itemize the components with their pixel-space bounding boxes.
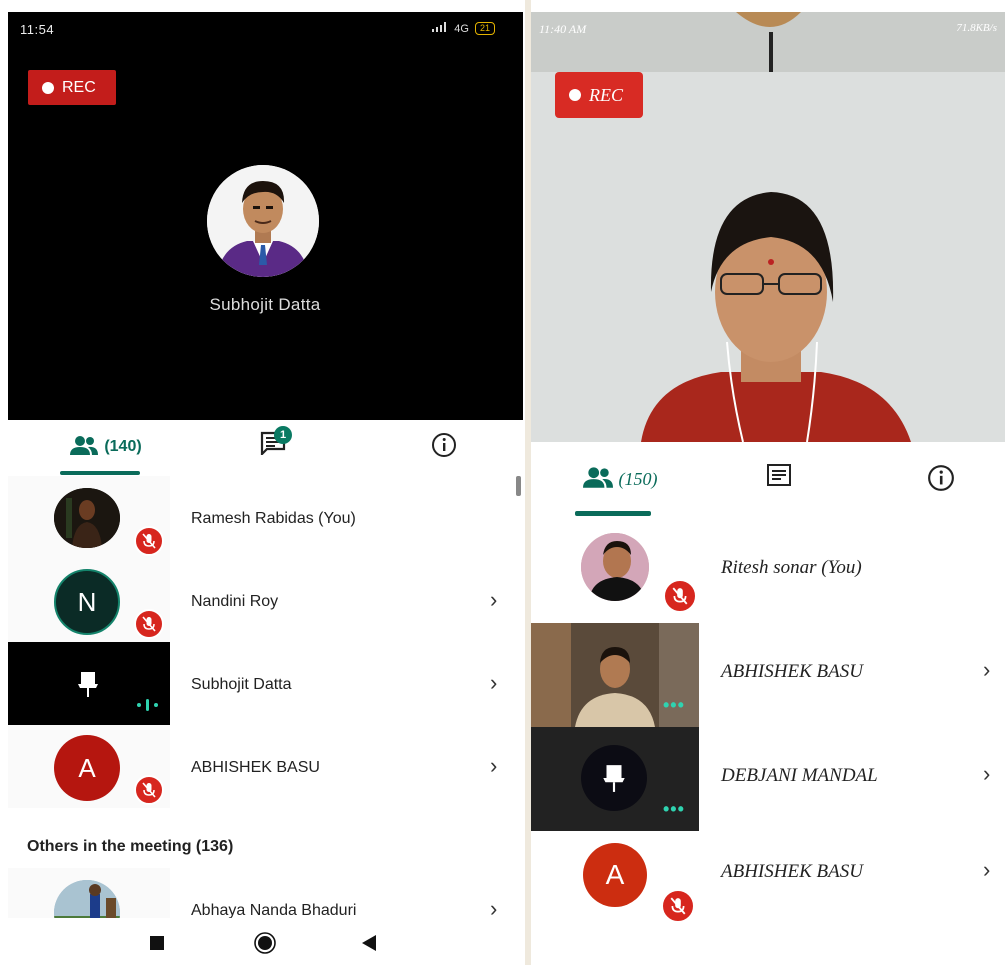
avatar: N [54,569,120,635]
host-name: Subhojit Datta [209,295,321,314]
chevron-right-icon[interactable]: › [490,670,497,696]
mic-off-icon [661,889,695,923]
speaking-indicator-icon [136,698,160,717]
chevron-right-icon[interactable]: › [983,657,990,683]
participant-row-self[interactable]: Ramesh Rabidas (You) [8,476,523,559]
participant-tile: A [531,831,699,935]
others-list: Abhaya Nanda Bhaduri › [8,868,523,918]
mic-off-icon [134,526,164,556]
avatar-initial: N [77,586,97,617]
participant-row-self[interactable]: Ritesh sonar (You) [531,519,1005,623]
more-options-icon[interactable]: ••• [663,799,685,820]
left-screenshot: 11:54 4G 21 REC Subhojit Datta (140) 1 R… [0,0,525,965]
participant-tile: ••• [531,623,699,727]
rec-label: REC [62,78,96,96]
info-icon [431,432,457,463]
participant-name: Abhaya Nanda Bhaduri [191,902,357,918]
more-options-icon[interactable]: ••• [663,695,685,716]
active-tab-indicator [575,511,651,516]
rec-label: REC [589,84,623,105]
avatar [54,880,120,918]
participant-row[interactable]: Abhaya Nanda Bhaduri › [8,868,523,918]
people-count: (150) [618,468,658,489]
participant-row[interactable]: ••• ABHISHEK BASU › [531,623,1005,727]
others-section-title: Others in the meeting (136) [27,838,234,855]
mic-off-icon [134,775,164,805]
people-count: (140) [104,438,142,455]
avatar-initial: A [605,859,625,890]
chevron-right-icon[interactable]: › [490,896,497,918]
people-icon [582,466,613,493]
back-button-icon[interactable] [362,935,376,956]
mic-off-icon [134,609,164,639]
recording-badge: REC [28,70,116,105]
participant-tile: N [8,559,170,642]
participant-row[interactable]: ••• DEBJANI MANDAL › [531,727,1005,831]
avatar [54,488,120,548]
people-icon [70,435,99,460]
participant-name: DEBJANI MANDAL [721,765,878,786]
pin-icon [603,765,625,792]
record-dot-icon [569,89,581,101]
participant-tile [531,519,699,623]
avatar [581,533,649,601]
avatar: A [583,843,647,907]
chevron-right-icon[interactable]: › [490,753,497,779]
info-icon [927,464,955,497]
status-speed: 71.8KB/s [956,22,997,34]
participant-list: Ramesh Rabidas (You) N Nandini Roy › Sub… [8,476,523,808]
tab-info[interactable] [424,432,464,462]
pin-icon [76,670,100,703]
mic-off-icon [663,579,697,613]
battery-icon: 21 [474,22,495,35]
tab-info[interactable] [921,464,961,496]
recents-button-icon[interactable] [150,936,164,955]
avatar [581,745,647,811]
avatar-initial: A [78,752,96,783]
participant-row[interactable]: N Nandini Roy › [8,559,523,642]
participant-row[interactable]: A ABHISHEK BASU › [531,831,1005,935]
participant-name: Ramesh Rabidas (You) [191,510,356,527]
chevron-right-icon[interactable]: › [983,857,990,883]
participant-tile [8,868,170,918]
signal-icon [432,22,448,35]
recording-badge: REC [555,72,643,118]
tab-people[interactable]: (140) [56,432,156,462]
participant-row[interactable]: Subhojit Datta › [8,642,523,725]
participant-name: ABHISHEK BASU [721,661,863,682]
participant-tile [8,476,170,559]
participant-tile: A [8,725,170,808]
participant-name: Nandini Roy [191,593,279,610]
right-screenshot: 11:40 AM 71.8KB/s REC (150) Ritesh sonar… [531,0,1005,965]
tab-chat[interactable] [759,462,799,494]
chat-unread-badge: 1 [274,426,292,444]
participant-tile [8,642,170,725]
tab-people[interactable]: (150) [575,464,665,494]
network-label: 4G [454,22,469,35]
status-indicators: 4G 21 [432,22,495,35]
active-tab-indicator [60,471,140,475]
participant-name: ABHISHEK BASU [191,759,320,776]
chevron-right-icon[interactable]: › [490,587,497,613]
participants-tabbar: (150) [531,444,1005,519]
chevron-right-icon[interactable]: › [983,761,990,787]
participant-row[interactable]: A ABHISHEK BASU › [8,725,523,808]
tab-chat[interactable]: 1 [248,426,298,460]
participant-name: ABHISHEK BASU [721,861,863,882]
chat-icon [766,463,792,494]
host-avatar [207,165,319,277]
participant-tile: ••• [531,727,699,831]
home-button-icon[interactable] [254,932,276,959]
status-time: 11:40 AM [539,22,587,36]
record-dot-icon [42,81,54,94]
participants-tabbar: (140) 1 [8,422,523,476]
avatar: A [54,735,120,801]
participant-list: Ritesh sonar (You) ••• ABHISHEK BASU › •… [531,519,1005,935]
participant-name: Subhojit Datta [191,676,292,693]
participant-name: Ritesh sonar (You) [721,557,862,578]
android-navbar [8,918,523,965]
status-time: 11:54 [20,22,55,37]
